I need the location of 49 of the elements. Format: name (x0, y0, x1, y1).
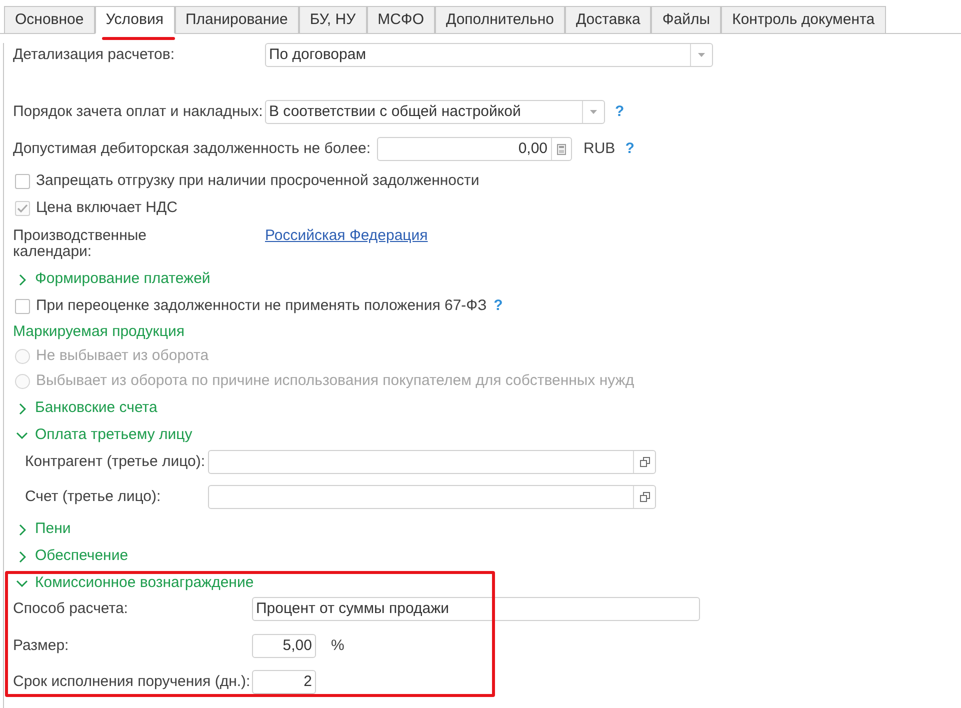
group-header[interactable]: Обеспечение (13, 545, 128, 568)
tab[interactable]: БУ, НУ (298, 6, 367, 34)
checkbox[interactable] (15, 299, 30, 314)
field-label: Размер: (13, 636, 70, 656)
field-label: Контрагент (третье лицо): (25, 452, 206, 472)
number-field[interactable]: 0,00 (376, 137, 572, 161)
checkbox-label: Цена включает НДС (36, 198, 178, 218)
unit-label: % (331, 636, 344, 656)
tab[interactable]: Дополнительно (435, 6, 565, 34)
radio-label: Выбывает из оборота по причине использования покупателем для собственных нужд (36, 371, 634, 392)
number-field[interactable]: 2 (252, 670, 316, 694)
group-header[interactable]: Формирование платежей (13, 268, 210, 291)
tab[interactable]: Планирование (174, 6, 299, 34)
field-label: Срок исполнения поручения (дн.): (13, 672, 252, 692)
checkbox[interactable] (15, 174, 30, 189)
stacked-squares-icon (640, 492, 650, 502)
calendar-link[interactable]: Российская Федерация (265, 228, 428, 244)
currency-label: RUB (584, 138, 616, 159)
tab[interactable]: Файлы (651, 6, 722, 34)
field-label: Порядок зачета оплат и накладных: (13, 102, 264, 122)
group-header[interactable]: Комиссионное вознаграждение (13, 572, 254, 595)
tab[interactable]: Доставка (564, 6, 652, 34)
checkbox-label: Запрещать отгрузку при наличии просроченной задолженности (36, 171, 480, 192)
dropdown-field[interactable]: В соответствии с общей настройкой (265, 100, 605, 124)
caret-down-icon (590, 110, 597, 114)
field-label: Способ расчета: (13, 598, 129, 619)
section-title: Маркируемая продукция (13, 322, 184, 342)
group-header[interactable]: Оплата третьему лицу (13, 424, 192, 447)
tab[interactable]: МСФО (366, 6, 436, 34)
check-icon (17, 204, 28, 213)
tab[interactable]: Основное (4, 6, 95, 34)
stacked-squares-icon (640, 457, 650, 467)
text-field[interactable]: Процент от суммы продажи (252, 597, 700, 621)
input-field[interactable] (208, 450, 656, 474)
field-label: Счет (третье лицо): (25, 486, 162, 507)
input-field[interactable] (208, 485, 656, 509)
field-label: Допустимая дебиторская задолженность не более: (13, 138, 371, 159)
checkbox-label: При переоценке задолженности не применять положения 67-ФЗ (36, 296, 487, 316)
dropdown-field[interactable]: По договорам (265, 43, 713, 67)
tab[interactable]: Контроль документа (721, 6, 886, 34)
radio-label: Не выбывает из оборота (36, 346, 209, 366)
field-label: Производственные календари: (13, 228, 148, 260)
group-header[interactable]: Банковские счета (13, 397, 158, 420)
number-field[interactable]: 5,00 (252, 634, 316, 658)
calculator-icon (556, 144, 566, 154)
tab[interactable]: Условия (94, 6, 174, 34)
field-label: Детализация расчетов: (13, 44, 176, 65)
group-header[interactable]: Пени (13, 518, 71, 541)
caret-down-icon (698, 53, 705, 57)
